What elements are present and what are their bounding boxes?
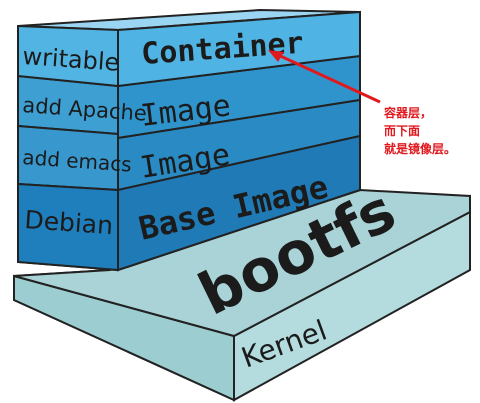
annotation-line-2: 而下面 [384, 124, 421, 138]
docker-layer-diagram: Kernel bootfs Debian Base Image [13, 8, 471, 402]
debian-side-label: Debian [24, 205, 114, 240]
annotation-line-1: 容器层， [384, 106, 433, 120]
annotation-line-3: 就是镜像层。 [384, 142, 457, 156]
annotation-text: 容器层， 而下面 就是镜像层。 [384, 104, 480, 158]
